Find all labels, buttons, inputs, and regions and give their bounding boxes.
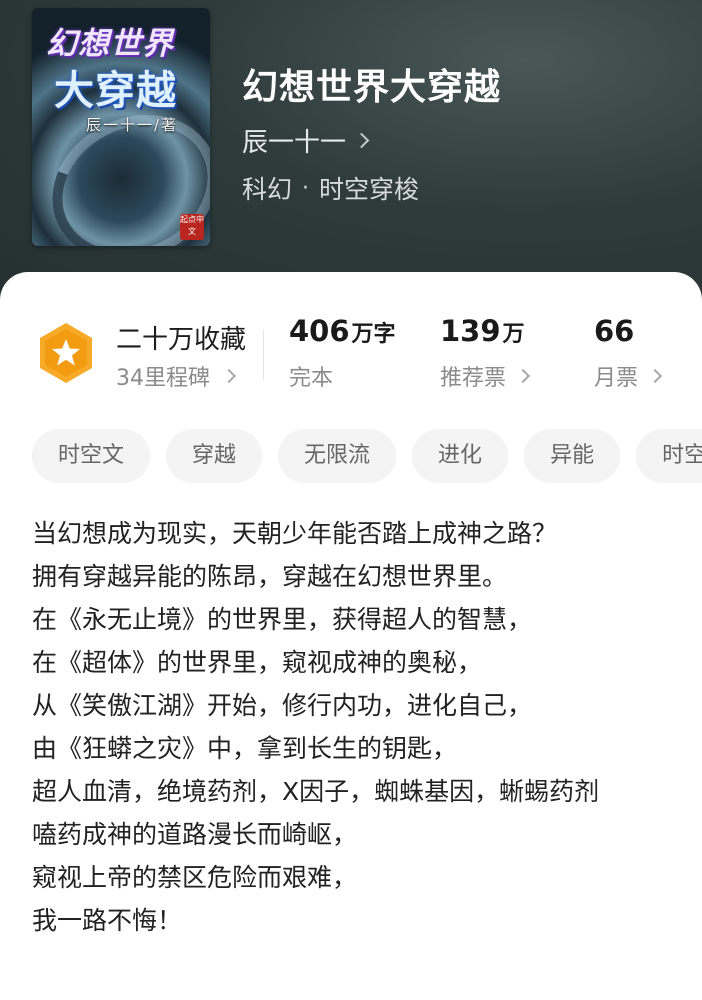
author-name: 辰一十一 xyxy=(242,128,347,158)
stat-label: 推荐票 xyxy=(440,366,507,391)
stat-word-count: 406万字 完本 xyxy=(289,314,396,392)
description-line: 当幻想成为现实，天朝少年能否踏上成神之路？ xyxy=(32,519,558,548)
stat-unit: 万字 xyxy=(351,322,396,347)
stat-value: 139 xyxy=(440,314,501,348)
cover-title-line1: 幻想世界 xyxy=(46,26,174,62)
tag-chip[interactable]: 进化 xyxy=(412,429,509,483)
description-line: 超人血清，绝境药剂，X因子，蜘蛛基因，蜥蜴药剂 xyxy=(32,777,600,806)
divider xyxy=(263,330,264,380)
stat-unit: 万 xyxy=(502,322,525,347)
cover-publisher-badge: 起点中文 xyxy=(180,214,204,240)
stat-value: 66 xyxy=(594,314,635,348)
chevron-right-icon xyxy=(515,368,531,384)
description-line: 窥视上帝的禁区危险而艰难， xyxy=(32,863,358,892)
stat-value: 406 xyxy=(289,314,350,348)
stat-label: 月票 xyxy=(594,366,639,391)
award-milestone-link[interactable]: 34里程碑 xyxy=(116,360,237,392)
description-line: 拥有穿越异能的陈昂，穿越在幻想世界里。 xyxy=(32,562,508,591)
stat-monthly-votes[interactable]: 66 月票 xyxy=(594,314,663,392)
description-line: 我一路不悔！ xyxy=(32,906,183,935)
book-info-card: 二十万收藏 34里程碑 406万字 完本 139万 推荐票 66 月票 时空文 … xyxy=(0,272,702,1000)
award-subtitle: 34里程碑 xyxy=(116,366,210,391)
genre-separator: · xyxy=(302,175,310,201)
genre-row: 科幻 · 时空穿梭 xyxy=(242,170,419,206)
author-link[interactable]: 辰一十一 xyxy=(242,122,370,159)
chevron-right-icon xyxy=(647,368,663,384)
description-line: 从《笑傲江湖》开始，修行内功，进化自己， xyxy=(32,691,533,720)
cover-title-line2: 大穿越 xyxy=(54,68,177,114)
stat-recommend-votes[interactable]: 139万 推荐票 xyxy=(440,314,531,392)
description-line: 在《永无止境》的世界里，获得超人的智慧， xyxy=(32,605,533,634)
tag-chip[interactable]: 异能 xyxy=(524,429,621,483)
description-line: 嗑药成神的道路漫长而崎岖， xyxy=(32,820,358,849)
book-description[interactable]: 当幻想成为现实，天朝少年能否踏上成神之路？ 拥有穿越异能的陈昂，穿越在幻想世界里… xyxy=(32,512,672,942)
stat-label: 完本 xyxy=(289,366,334,391)
category[interactable]: 科幻 xyxy=(242,170,292,206)
book-cover-image[interactable]: 幻想世界 大穿越 辰一十一/著 起点中文 xyxy=(32,8,210,246)
cover-author: 辰一十一/著 xyxy=(86,116,179,134)
chevron-right-icon xyxy=(221,368,237,384)
award-title: 二十万收藏 xyxy=(116,325,247,355)
tag-chip[interactable]: 无限流 xyxy=(278,429,397,483)
book-title: 幻想世界大穿越 xyxy=(242,67,502,108)
tag-chip[interactable]: 时空 xyxy=(636,429,702,483)
tag-chip[interactable]: 时空文 xyxy=(32,429,151,483)
description-line: 在《超体》的世界里，窥视成神的奥秘， xyxy=(32,648,483,677)
tag-chip[interactable]: 穿越 xyxy=(166,429,263,483)
description-line: 由《狂蟒之灾》中，拿到长生的钥匙， xyxy=(32,734,458,763)
chevron-right-icon xyxy=(353,132,370,149)
star-badge-icon xyxy=(40,323,92,383)
subcategory[interactable]: 时空穿梭 xyxy=(319,170,419,206)
tag-list: 时空文 穿越 无限流 进化 异能 时空 xyxy=(32,429,702,483)
